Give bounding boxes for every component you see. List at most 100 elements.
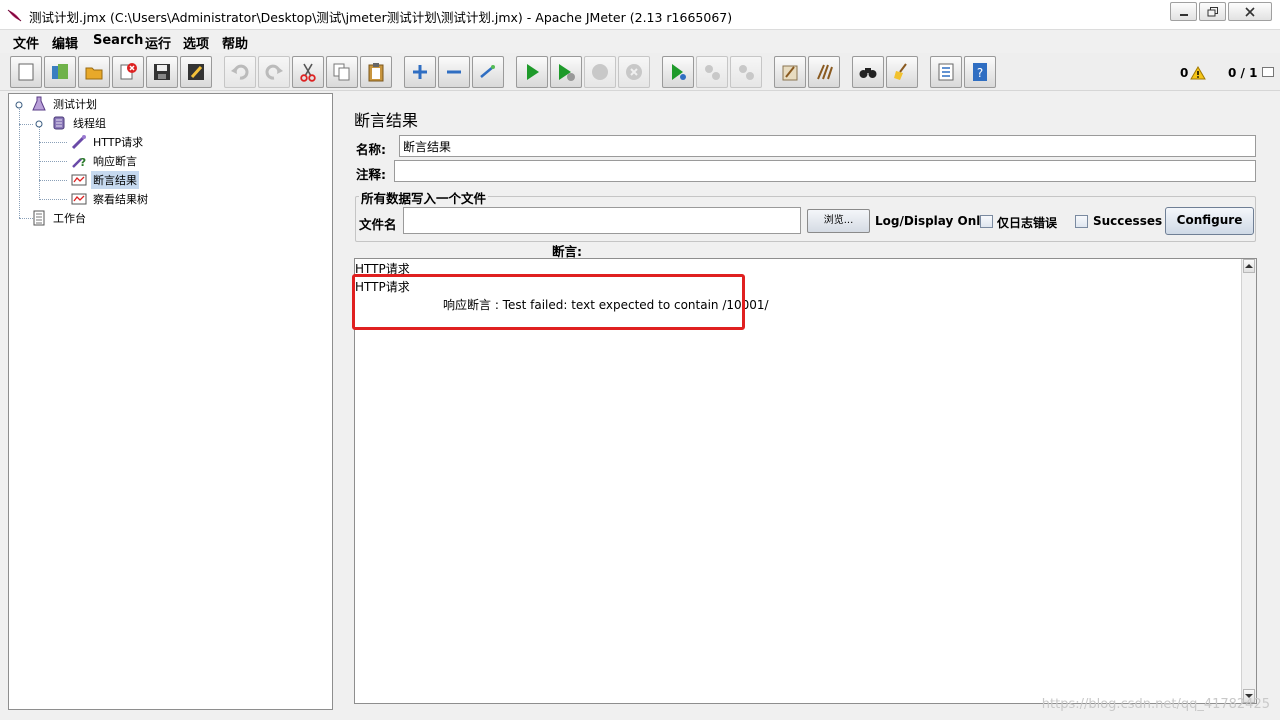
tree-node-label: 工作台 (53, 212, 86, 225)
close-file-icon (120, 63, 137, 80)
shutdown-button[interactable] (618, 56, 650, 88)
window-title: 测试计划.jmx (C:\Users\Administrator\Desktop… (29, 10, 733, 25)
assertion-icon: ? (72, 156, 86, 169)
clear-broom-icon (782, 65, 798, 81)
save-button[interactable] (146, 56, 178, 88)
tree-node-workbench[interactable]: 工作台 (31, 209, 88, 227)
workbench-icon (33, 210, 45, 226)
copy-button[interactable] (326, 56, 358, 88)
tree-node-view-results-tree[interactable]: 察看结果树 (71, 190, 150, 208)
menu-bar: 文件 编辑 Search 运行 选项 帮助 (0, 31, 1280, 52)
toggle-wand-icon (480, 65, 495, 78)
remote-play-icon (672, 64, 686, 80)
tree-node-test-plan[interactable]: 测试计划 (31, 95, 99, 113)
remote-stop-icon (705, 65, 720, 80)
clear-button[interactable] (774, 56, 806, 88)
templates-icon (52, 64, 68, 79)
search-button[interactable] (852, 56, 884, 88)
undo-icon (231, 64, 249, 80)
warning-count: 0 (1180, 66, 1189, 80)
menu-edit[interactable]: 编辑 (52, 33, 78, 52)
result-sample-line: HTTP请求 (355, 280, 410, 294)
listener-icon (71, 193, 87, 205)
tree-node-assertion-results[interactable]: 断言结果 (71, 171, 139, 189)
stop-button[interactable] (584, 56, 616, 88)
watermark-text: https://blog.csdn.net/qq_41782425 (1041, 697, 1270, 712)
errors-only-checkbox[interactable] (980, 215, 993, 228)
broom-icon (894, 63, 907, 80)
assertion-results-panel: 断言结果 名称: 断言结果 注释: 所有数据写入一个文件 文件名 浏览... L… (343, 93, 1267, 710)
test-plan-tree: 测试计划 线程组 HTTP请求 ? 响应断言 断言结果 察看结果树 工作台 (8, 93, 333, 710)
configure-button[interactable]: Configure (1165, 207, 1254, 235)
filename-label: 文件名 (359, 217, 397, 232)
paste-button[interactable] (360, 56, 392, 88)
reset-search-button[interactable] (886, 56, 918, 88)
function-helper-button[interactable] (930, 56, 962, 88)
name-label: 名称: (356, 142, 386, 157)
split-pane-divider[interactable] (336, 93, 341, 710)
tree-collapse-handle-thread-group[interactable] (35, 120, 43, 128)
menu-options[interactable]: 选项 (183, 33, 209, 52)
open-button[interactable] (78, 56, 110, 88)
remote-stop-button[interactable] (696, 56, 728, 88)
tree-node-thread-group[interactable]: 线程组 (51, 114, 108, 132)
save-as-button[interactable] (180, 56, 212, 88)
minimize-button[interactable] (1170, 2, 1197, 21)
start-no-pauses-button[interactable] (550, 56, 582, 88)
name-input[interactable]: 断言结果 (399, 135, 1256, 157)
comment-input[interactable] (394, 160, 1256, 182)
tree-node-response-assertion[interactable]: ? 响应断言 (71, 152, 139, 170)
templates-button[interactable] (44, 56, 76, 88)
copy-icon (333, 63, 350, 81)
tree-collapse-handle-test-plan[interactable] (15, 101, 23, 109)
menu-run[interactable]: 运行 (145, 33, 171, 52)
tree-node-label: 线程组 (73, 117, 106, 130)
cut-button[interactable] (292, 56, 324, 88)
play-no-pause-icon (559, 64, 575, 81)
paste-clipboard-icon (368, 63, 384, 82)
successes-label: Successes (1093, 214, 1163, 228)
results-scrollbar[interactable] (1241, 259, 1256, 703)
clear-all-button[interactable] (808, 56, 840, 88)
toggle-button[interactable] (472, 56, 504, 88)
scroll-up-button[interactable] (1243, 259, 1255, 273)
new-file-icon (18, 63, 34, 81)
active-threads-ratio: 0 / 1 (1228, 66, 1258, 80)
tree-node-label: 响应断言 (93, 155, 137, 168)
play-icon (527, 64, 539, 80)
tree-node-http-request[interactable]: HTTP请求 (71, 133, 145, 151)
tree-node-label: 察看结果树 (93, 193, 148, 206)
menu-help[interactable]: 帮助 (222, 33, 248, 52)
browse-button[interactable]: 浏览... (807, 209, 870, 233)
arrow-up-icon (1245, 264, 1253, 268)
expand-all-button[interactable] (404, 56, 436, 88)
restore-button[interactable] (1199, 2, 1226, 21)
binoculars-icon (859, 68, 877, 78)
close-icon (1245, 6, 1255, 17)
close-plan-button[interactable] (112, 56, 144, 88)
tree-node-label: 断言结果 (91, 171, 139, 189)
save-as-icon (188, 64, 204, 80)
help-button[interactable]: ? (964, 56, 996, 88)
remote-shutdown-icon (739, 65, 754, 80)
remote-shutdown-button[interactable] (730, 56, 762, 88)
svg-text:?: ? (977, 66, 983, 80)
close-button[interactable] (1228, 2, 1272, 21)
remote-start-button[interactable] (662, 56, 694, 88)
redo-button[interactable] (258, 56, 290, 88)
assertion-results-text-area[interactable]: HTTP请求 HTTP请求 响应断言 : Test failed: text e… (352, 258, 1257, 704)
menu-file[interactable]: 文件 (13, 33, 39, 52)
new-button[interactable] (10, 56, 42, 88)
log-display-only-label: Log/Display Only: (875, 214, 993, 228)
help-book-icon: ? (973, 63, 987, 81)
comment-label: 注释: (356, 167, 386, 182)
undo-button[interactable] (224, 56, 256, 88)
filename-input[interactable] (403, 207, 801, 234)
menu-search[interactable]: Search (93, 33, 143, 48)
successes-checkbox[interactable] (1075, 215, 1088, 228)
collapse-all-button[interactable] (438, 56, 470, 88)
tree-node-label: 测试计划 (53, 98, 97, 111)
warning-icon[interactable] (1190, 66, 1206, 80)
start-button[interactable] (516, 56, 548, 88)
tree-node-label: HTTP请求 (93, 136, 144, 149)
